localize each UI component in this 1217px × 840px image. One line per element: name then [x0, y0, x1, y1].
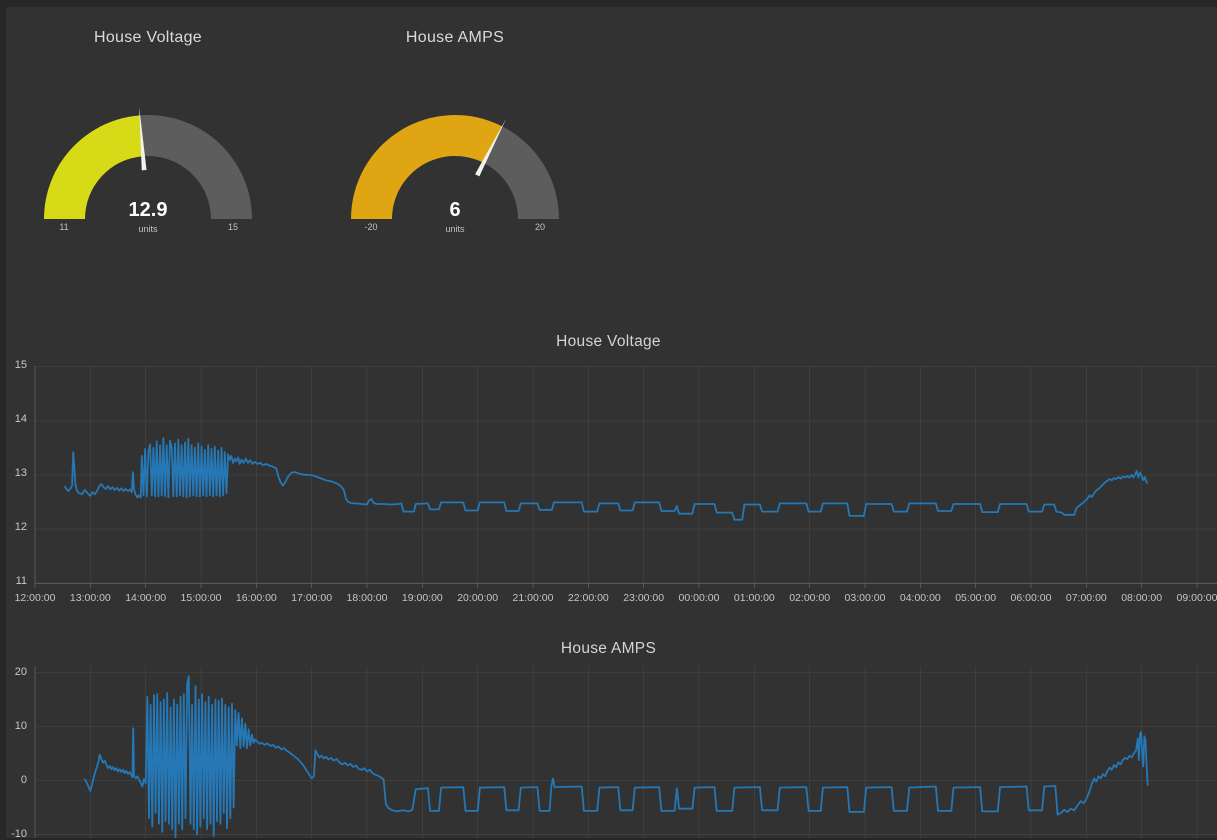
dashboard-page: { "page": { "background": "#272727", "ca…: [0, 0, 1217, 838]
x-axis-tick-label: 12:00:00: [5, 592, 65, 604]
x-axis-tick-label: 21:00:00: [503, 592, 563, 604]
y-axis-tick-label: 20: [0, 666, 27, 678]
x-axis-tick-label: 03:00:00: [835, 592, 895, 604]
x-axis-tick-label: 00:00:00: [669, 592, 729, 604]
gauge-max-label-voltage: 15: [203, 222, 263, 232]
x-axis-tick-label: 01:00:00: [724, 592, 784, 604]
amps-series-line: [85, 676, 1148, 837]
x-axis-tick-label: 16:00:00: [226, 592, 286, 604]
y-axis-tick-label: 13: [0, 467, 27, 479]
y-axis-tick-label: 0: [0, 774, 27, 786]
x-axis-tick-label: 18:00:00: [337, 592, 397, 604]
x-axis-tick-label: 07:00:00: [1056, 592, 1116, 604]
x-axis-tick-label: 13:00:00: [60, 592, 120, 604]
x-axis-tick-label: 23:00:00: [614, 592, 674, 604]
y-axis-tick-label: 12: [0, 521, 27, 533]
gauge-title-amps: House AMPS: [305, 29, 605, 47]
graphics-layer: [0, 0, 1217, 838]
x-axis-tick-label: 19:00:00: [392, 592, 452, 604]
y-axis-tick-label: 11: [0, 575, 27, 587]
gauge-min-label-amps: -20: [341, 222, 401, 232]
gauge-units-label-voltage: units: [108, 224, 188, 234]
chart-title-amps: House AMPS: [0, 640, 1217, 658]
x-axis-tick-label: 14:00:00: [116, 592, 176, 604]
gauge-max-label-amps: 20: [510, 222, 570, 232]
y-axis-tick-label: 15: [0, 359, 27, 371]
gauge-value-amps: 6: [395, 199, 515, 222]
x-axis-tick-label: 06:00:00: [1001, 592, 1061, 604]
x-axis-tick-label: 20:00:00: [448, 592, 508, 604]
x-axis-tick-label: 02:00:00: [780, 592, 840, 604]
voltage-series-line: [65, 438, 1147, 520]
gauge-units-label-amps: units: [415, 224, 495, 234]
y-axis-tick-label: 10: [0, 720, 27, 732]
x-axis-tick-label: 22:00:00: [558, 592, 618, 604]
chart-title-voltage: House Voltage: [0, 333, 1217, 351]
x-axis-tick-label: 08:00:00: [1112, 592, 1172, 604]
y-axis-tick-label: 14: [0, 413, 27, 425]
x-axis-tick-label: 04:00:00: [890, 592, 950, 604]
gauge-min-label-voltage: 11: [34, 222, 94, 232]
x-axis-tick-label: 05:00:00: [946, 592, 1006, 604]
x-axis-tick-label: 09:00:00: [1167, 592, 1217, 604]
x-axis-tick-label: 17:00:00: [282, 592, 342, 604]
gauge-title-voltage: House Voltage: [0, 29, 298, 47]
x-axis-tick-label: 15:00:00: [171, 592, 231, 604]
gauge-value-voltage: 12.9: [88, 199, 208, 222]
